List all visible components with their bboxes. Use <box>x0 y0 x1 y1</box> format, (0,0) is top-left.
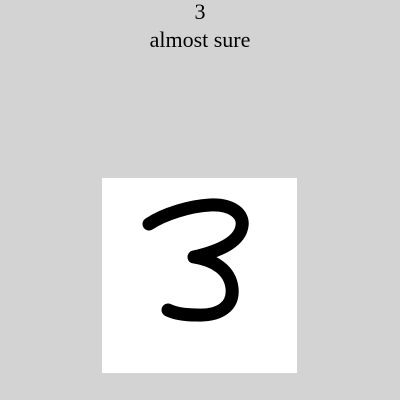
drawing-canvas[interactable] <box>102 178 297 373</box>
handwritten-digit-stroke <box>142 198 249 322</box>
confidence-label: almost sure <box>149 27 251 52</box>
prediction-panel: 3 almost sure <box>0 0 400 52</box>
predicted-digit: 3 <box>194 0 206 24</box>
